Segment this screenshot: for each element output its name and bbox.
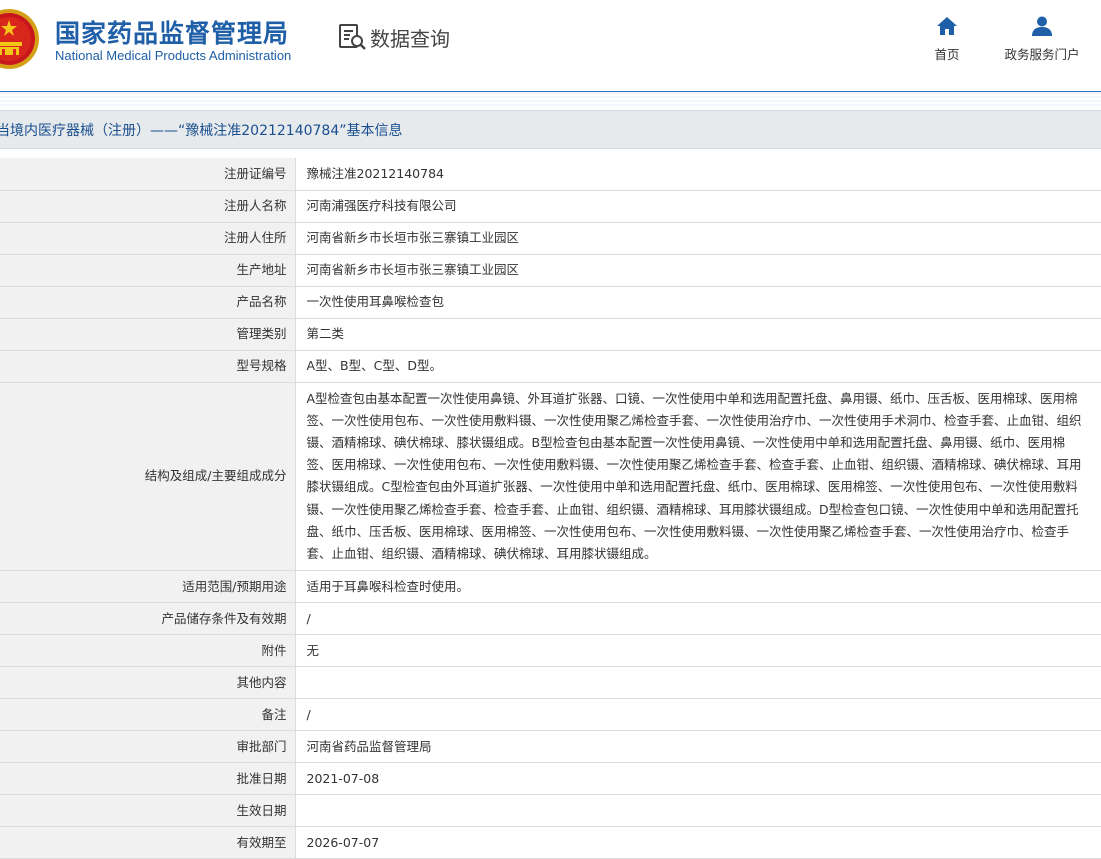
field-value: A型、B型、C型、D型。 — [295, 350, 1101, 383]
table-row: 有效期至 2026-07-07 — [0, 826, 1101, 859]
table-row: 其他内容 — [0, 666, 1101, 700]
user-icon — [1032, 16, 1052, 36]
table-row: 注册人住所 河南省新乡市长垣市张三寨镇工业园区 — [0, 222, 1101, 255]
field-label: 附件 — [0, 634, 296, 668]
field-value: 河南省新乡市长垣市张三寨镇工业园区 — [295, 254, 1101, 287]
table-row: 备注 / — [0, 698, 1101, 732]
field-value: 2021-07-08 — [295, 762, 1101, 796]
table-row: 生产地址 河南省新乡市长垣市张三寨镇工业园区 — [0, 254, 1101, 287]
field-value: A型检查包由基本配置一次性使用鼻镜、外耳道扩张器、口镜、一次性使用中单和选用配置… — [295, 382, 1101, 572]
field-label: 审批部门 — [0, 730, 296, 764]
field-label: 适用范围/预期用途 — [0, 570, 296, 604]
field-label: 注册证编号 — [0, 158, 296, 191]
field-value: 第二类 — [295, 318, 1101, 351]
field-label: 产品名称 — [0, 286, 296, 319]
table-row: 审批部门 河南省药品监督管理局 — [0, 730, 1101, 764]
field-label: 生产地址 — [0, 254, 296, 287]
field-value: 2026-07-07 — [295, 826, 1101, 859]
nav-service-portal[interactable]: 政务服务门户 — [996, 15, 1088, 63]
table-row: 注册证编号 豫械注准20212140784 — [0, 158, 1101, 191]
table-row: 管理类别 第二类 — [0, 318, 1101, 351]
field-value: 河南省药品监督管理局 — [295, 730, 1101, 764]
field-label: 批准日期 — [0, 762, 296, 796]
registration-info-table: 注册证编号 豫械注准20212140784 注册人名称 河南浦强医疗科技有限公司… — [0, 158, 1101, 859]
field-label: 其他内容 — [0, 666, 296, 700]
field-value: 豫械注准20212140784 — [295, 158, 1101, 191]
table-row: 注册人名称 河南浦强医疗科技有限公司 — [0, 190, 1101, 223]
table-row: 产品名称 一次性使用耳鼻喉检查包 — [0, 286, 1101, 319]
table-row: 结构及组成/主要组成成分 A型检查包由基本配置一次性使用鼻镜、外耳道扩张器、口镜… — [0, 382, 1101, 572]
agency-name-cn: 国家药品监督管理局 — [55, 19, 290, 48]
table-row: 型号规格 A型、B型、C型、D型。 — [0, 350, 1101, 383]
field-label: 生效日期 — [0, 794, 296, 828]
record-title: 当境内医疗器械（注册）——“豫械注准20212140784”基本信息 — [0, 123, 403, 139]
field-value — [295, 794, 1101, 828]
agency-name-en: National Medical Products Administration — [55, 48, 292, 63]
table-row: 附件 无 — [0, 634, 1101, 668]
nav-service-portal-label: 政务服务门户 — [1004, 47, 1080, 62]
data-query-title[interactable]: 数据查询 — [338, 22, 450, 52]
field-label: 备注 — [0, 698, 296, 732]
field-label: 型号规格 — [0, 350, 296, 383]
decorative-stripe — [0, 92, 1101, 106]
field-label: 管理类别 — [0, 318, 296, 351]
record-title-bar: 当境内医疗器械（注册）——“豫械注准20212140784”基本信息 — [0, 110, 1101, 149]
field-value: 一次性使用耳鼻喉检查包 — [295, 286, 1101, 319]
table-row: 适用范围/预期用途 适用于耳鼻喉科检查时使用。 — [0, 570, 1101, 604]
field-value: / — [295, 602, 1101, 636]
field-value: 河南省新乡市长垣市张三寨镇工业园区 — [295, 222, 1101, 255]
field-label: 注册人住所 — [0, 222, 296, 255]
field-value: 无 — [295, 634, 1101, 668]
data-query-label: 数据查询 — [370, 26, 450, 51]
field-label: 注册人名称 — [0, 190, 296, 223]
home-icon — [937, 17, 957, 35]
table-row: 生效日期 — [0, 794, 1101, 828]
field-label: 有效期至 — [0, 826, 296, 859]
field-value: 河南浦强医疗科技有限公司 — [295, 190, 1101, 223]
table-row: 批准日期 2021-07-08 — [0, 762, 1101, 796]
field-value: 适用于耳鼻喉科检查时使用。 — [295, 570, 1101, 604]
table-row: 产品储存条件及有效期 / — [0, 602, 1101, 636]
nav-home[interactable]: 首页 — [924, 15, 970, 63]
national-emblem-icon — [0, 9, 39, 69]
field-label: 结构及组成/主要组成成分 — [0, 382, 296, 572]
document-search-icon — [339, 24, 366, 50]
nav-home-label: 首页 — [934, 47, 960, 62]
field-value: / — [295, 698, 1101, 732]
field-label: 产品储存条件及有效期 — [0, 602, 296, 636]
field-value — [295, 666, 1101, 700]
site-header: 国家药品监督管理局 National Medical Products Admi… — [0, 0, 1101, 92]
